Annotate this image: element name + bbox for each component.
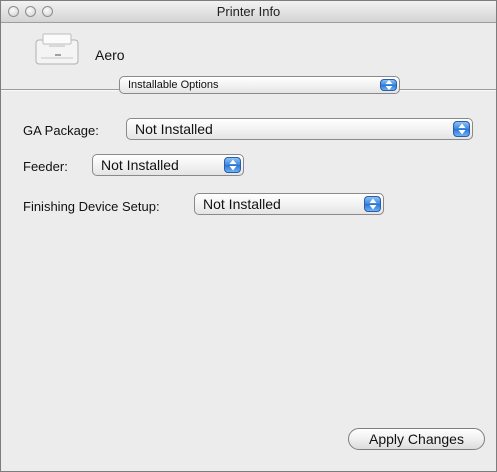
feeder-popup[interactable]: Not Installed <box>92 154 244 176</box>
ga-package-popup[interactable]: Not Installed <box>126 118 473 140</box>
finishing-device-value: Not Installed <box>203 196 281 212</box>
section-popup-value: Installable Options <box>128 79 219 91</box>
title-bar[interactable]: Printer Info <box>1 1 496 23</box>
section-popup[interactable]: Installable Options <box>119 76 400 94</box>
finishing-device-popup[interactable]: Not Installed <box>194 193 384 215</box>
window-title: Printer Info <box>216 4 281 19</box>
popup-arrows-icon <box>224 157 241 173</box>
printer-name: Aero <box>95 47 125 63</box>
printer-icon <box>35 33 79 65</box>
popup-arrows-icon <box>380 79 397 91</box>
ga-package-value: Not Installed <box>135 121 213 137</box>
printer-info-window: Printer Info Aero Installable Options GA… <box>0 0 497 472</box>
popup-arrows-icon <box>453 121 470 137</box>
feeder-label: Feeder: <box>23 159 68 174</box>
feeder-value: Not Installed <box>101 157 179 173</box>
ga-package-label: GA Package: <box>23 123 99 138</box>
apply-changes-button[interactable]: Apply Changes <box>348 428 485 450</box>
finishing-device-label: Finishing Device Setup: <box>23 199 160 214</box>
popup-arrows-icon <box>364 196 381 212</box>
